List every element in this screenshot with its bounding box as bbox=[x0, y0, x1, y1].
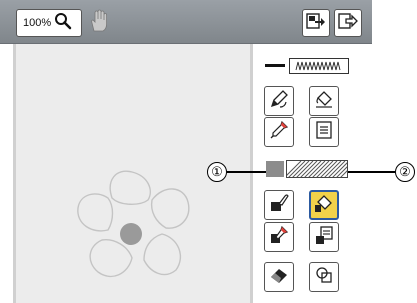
magnifier-icon bbox=[54, 12, 72, 35]
callout-2-marker: ② bbox=[395, 162, 415, 182]
stitch-sample-box bbox=[289, 58, 349, 74]
fill-eyedropper-button[interactable] bbox=[264, 222, 294, 252]
brush-icon bbox=[268, 192, 290, 219]
line-sample bbox=[265, 64, 285, 67]
zoom-button[interactable]: 100% bbox=[16, 9, 82, 37]
embroidery-design-screen: 100% bbox=[0, 0, 372, 303]
callout-1-line bbox=[227, 171, 266, 173]
line-eyedropper-icon bbox=[268, 119, 290, 146]
fill-pattern-sample bbox=[286, 160, 348, 178]
select-button[interactable] bbox=[309, 262, 339, 292]
fill-color-swatch bbox=[266, 161, 284, 177]
import-button[interactable] bbox=[302, 9, 330, 37]
line-property-icon bbox=[313, 119, 335, 146]
export-button[interactable] bbox=[334, 9, 362, 37]
callout-2-line bbox=[348, 171, 395, 173]
eraser-button[interactable] bbox=[264, 262, 294, 292]
fill-bucket-icon bbox=[313, 88, 335, 115]
fill-eyedropper-icon bbox=[268, 224, 290, 251]
line-eyedropper-button[interactable] bbox=[264, 117, 294, 147]
line-pen-icon bbox=[268, 88, 290, 115]
import-icon bbox=[306, 12, 326, 35]
brush-button[interactable] bbox=[264, 190, 294, 220]
zoom-level: 100% bbox=[23, 17, 52, 29]
top-toolbar: 100% bbox=[0, 0, 372, 44]
area-fill-bucket-icon bbox=[313, 192, 335, 219]
hand-icon bbox=[88, 9, 110, 38]
fill-type-selector[interactable] bbox=[266, 160, 348, 178]
area-fill-button[interactable] bbox=[309, 190, 339, 220]
line-property-button[interactable] bbox=[309, 117, 339, 147]
line-fill-button[interactable] bbox=[309, 86, 339, 116]
fill-property-icon bbox=[313, 224, 335, 251]
eraser-icon bbox=[268, 264, 290, 291]
pan-button[interactable] bbox=[85, 9, 113, 37]
fill-property-button[interactable] bbox=[309, 222, 339, 252]
line-type-selector[interactable] bbox=[265, 58, 349, 74]
callout-1-marker: ① bbox=[207, 162, 227, 182]
line-pen-button[interactable] bbox=[264, 86, 294, 116]
select-icon bbox=[313, 264, 335, 291]
export-icon bbox=[338, 12, 358, 35]
tool-panel bbox=[253, 44, 372, 303]
